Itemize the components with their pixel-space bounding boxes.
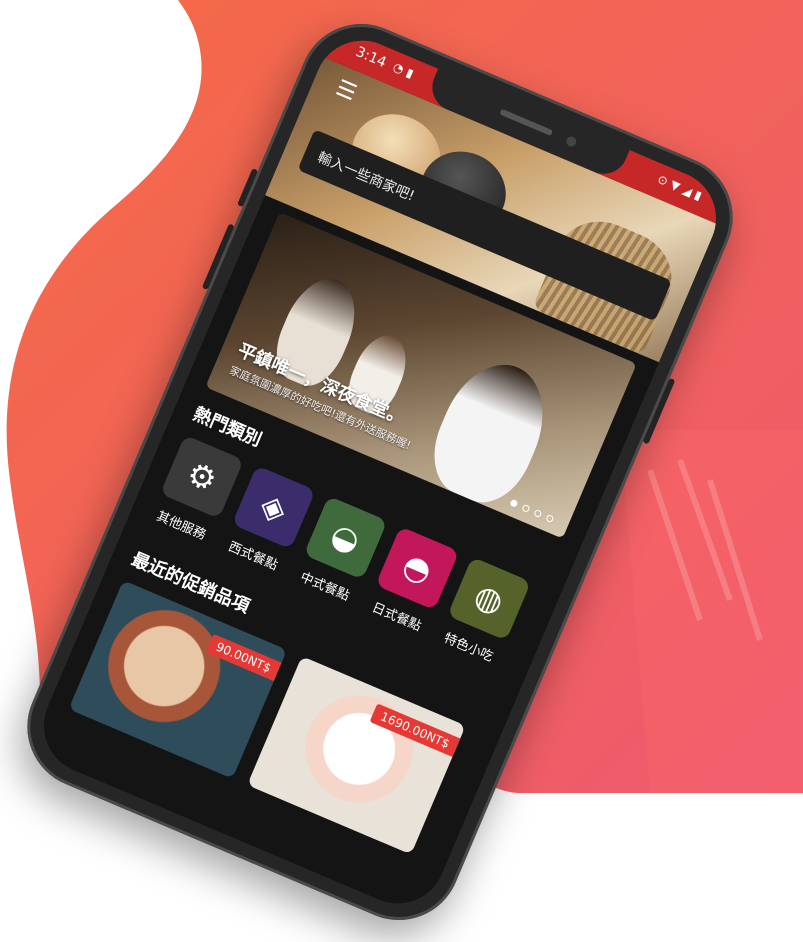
front-camera [564,134,578,149]
location-icon: ⊙ [655,171,671,189]
cake-icon: ◈ [231,465,316,550]
banner-person [418,348,562,516]
pagination-dot[interactable] [533,508,543,519]
pagination-dot[interactable] [521,503,531,513]
price-badge: 1690.00NT$ [369,703,461,757]
ramen-icon: ◓ [375,526,460,611]
status-icons-right: ⊙ ▼ ◢ ▮ [655,172,703,203]
banner-pagination[interactable] [509,498,555,524]
speaker [499,108,554,137]
rice-bowl-icon: ◒ [303,495,388,580]
pagination-dot[interactable] [545,513,555,524]
promotion-card[interactable]: 1690.00NT$ [247,656,466,855]
hamburger-menu-icon[interactable]: ☰ [332,76,361,107]
sushi-icon: ◍ [447,556,532,641]
notification-icon: ◔ [390,59,407,77]
promotion-card[interactable]: 90.00NT$ [68,580,288,779]
status-time: 3:14 [353,44,389,72]
pagination-dot[interactable] [509,498,519,508]
status-icons-left: ◔ ▮ [391,60,416,81]
sim-icon: ▮ [404,65,416,81]
wifi-icon: ▼ [668,177,683,194]
price-badge: 90.00NT$ [205,633,282,682]
battery-icon: ▮ [692,187,704,204]
service-icon: ⚙ [160,434,244,519]
